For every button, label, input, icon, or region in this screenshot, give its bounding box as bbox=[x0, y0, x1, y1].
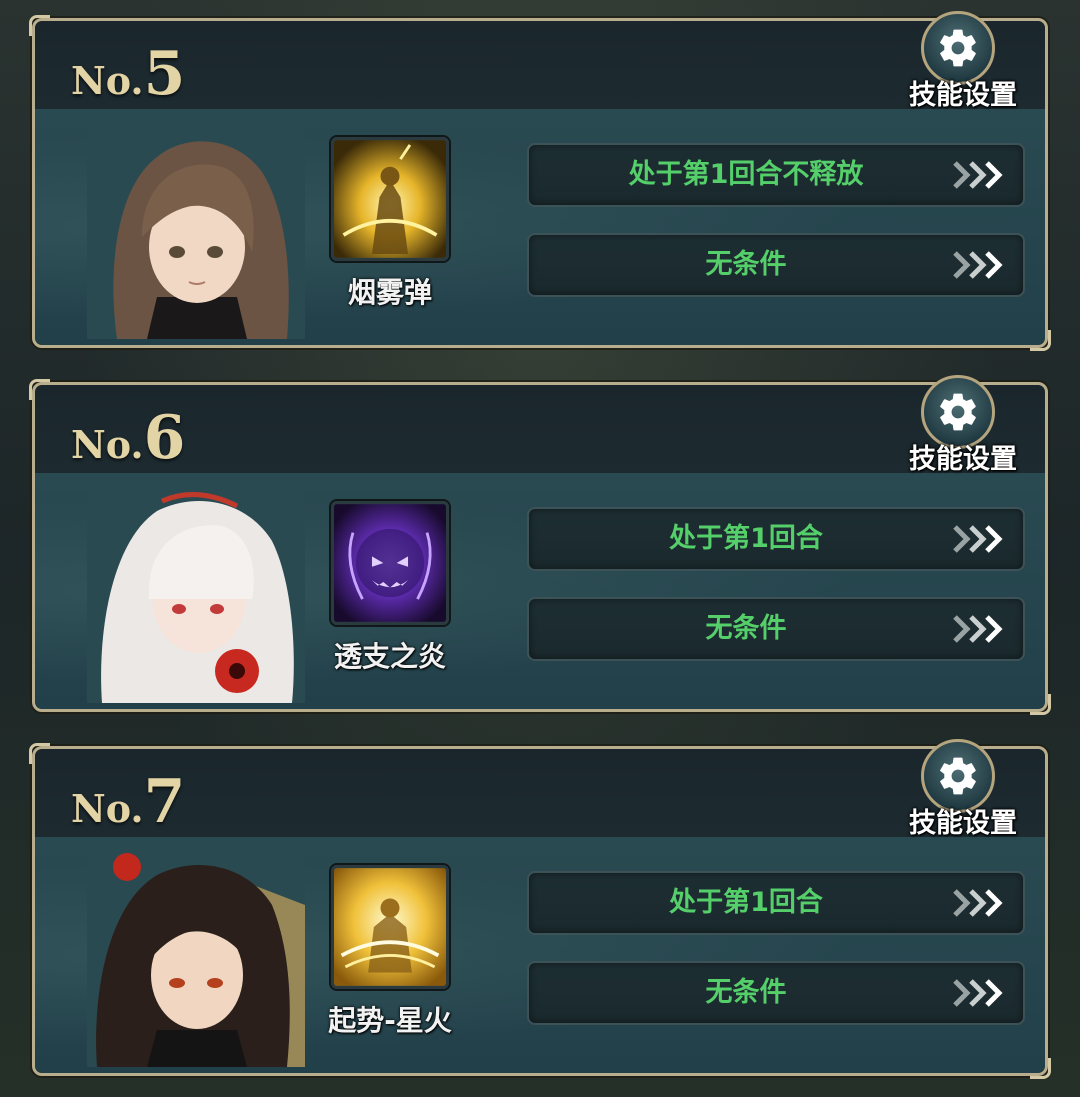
skill-settings-label[interactable]: 技能设置 bbox=[893, 437, 1033, 476]
skill-slot-card-7: No.7 技能设置 起势-星火 处于第1回合 无条件 bbox=[29, 739, 1051, 1079]
character-portrait bbox=[87, 481, 305, 703]
slot-number: No.5 bbox=[71, 44, 185, 104]
condition-selector-1[interactable]: 处于第1回合 bbox=[527, 507, 1025, 571]
slot-number-prefix: No. bbox=[71, 58, 144, 103]
triple-chevron-right-icon bbox=[953, 525, 1003, 553]
condition-selector-2[interactable]: 无条件 bbox=[527, 597, 1025, 661]
skill-settings[interactable]: 技能设置 bbox=[903, 739, 1023, 839]
condition-selector-2[interactable]: 无条件 bbox=[527, 961, 1025, 1025]
slot-number-value: 5 bbox=[143, 39, 186, 109]
condition-text: 处于第1回合不释放 bbox=[628, 159, 864, 190]
skill-icon[interactable] bbox=[331, 865, 449, 989]
condition-text: 处于第1回合 bbox=[669, 523, 823, 554]
skill-settings-label[interactable]: 技能设置 bbox=[893, 73, 1033, 112]
condition-selector-2[interactable]: 无条件 bbox=[527, 233, 1025, 297]
slot-number-prefix: No. bbox=[71, 786, 144, 831]
skill-settings[interactable]: 技能设置 bbox=[903, 11, 1023, 111]
skill-settings-label[interactable]: 技能设置 bbox=[893, 801, 1033, 840]
skill-name: 烟雾弹 bbox=[347, 276, 432, 309]
skill-slot-card-5: No.5 技能设置 烟雾弹 处于第1回合不释放 无条件 bbox=[29, 11, 1051, 351]
slot-number: No.7 bbox=[71, 772, 185, 832]
condition-text: 无条件 bbox=[705, 613, 787, 644]
skill-settings[interactable]: 技能设置 bbox=[903, 375, 1023, 475]
slot-number-value: 7 bbox=[143, 767, 186, 837]
condition-text: 无条件 bbox=[705, 249, 787, 280]
slot-number: No.6 bbox=[71, 408, 185, 468]
slot-number-prefix: No. bbox=[71, 422, 144, 467]
skill-slot-card-6: No.6 技能设置 透支之炎 处于第1回合 无条件 bbox=[29, 375, 1051, 715]
slot-number-value: 6 bbox=[143, 403, 186, 473]
triple-chevron-right-icon bbox=[953, 251, 1003, 279]
skill-icon[interactable] bbox=[331, 137, 449, 261]
skill-name: 起势-星火 bbox=[328, 1004, 452, 1037]
triple-chevron-right-icon bbox=[953, 161, 1003, 189]
condition-text: 处于第1回合 bbox=[669, 887, 823, 918]
gear-icon bbox=[940, 29, 976, 67]
skill-icon[interactable] bbox=[331, 501, 449, 625]
condition-selector-1[interactable]: 处于第1回合 bbox=[527, 871, 1025, 935]
gear-icon bbox=[940, 757, 976, 795]
gear-icon bbox=[940, 393, 976, 431]
condition-text: 无条件 bbox=[705, 977, 787, 1008]
condition-selector-1[interactable]: 处于第1回合不释放 bbox=[527, 143, 1025, 207]
character-portrait bbox=[87, 845, 305, 1067]
triple-chevron-right-icon bbox=[953, 615, 1003, 643]
triple-chevron-right-icon bbox=[953, 889, 1003, 917]
character-portrait bbox=[87, 117, 305, 339]
triple-chevron-right-icon bbox=[953, 979, 1003, 1007]
skill-name: 透支之炎 bbox=[333, 640, 446, 673]
